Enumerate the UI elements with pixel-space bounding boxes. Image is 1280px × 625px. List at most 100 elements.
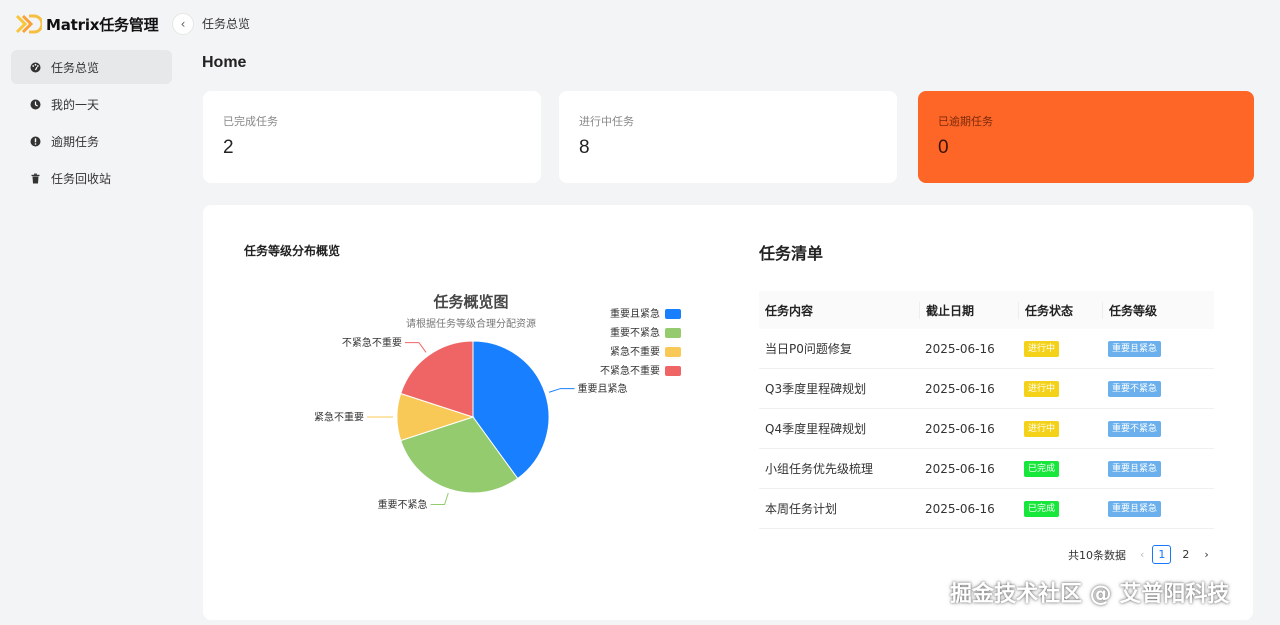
level-badge: 重要且紧急 bbox=[1108, 461, 1162, 477]
sidebar-item-trash[interactable]: 任务回收站 bbox=[11, 161, 172, 195]
sidebar-item-overview[interactable]: 任务总览 bbox=[11, 50, 172, 84]
column-header[interactable]: 任务内容 bbox=[759, 302, 919, 319]
stat-label: 进行中任务 bbox=[579, 115, 634, 128]
chart-subtitle: 请根据任务等级合理分配资源 bbox=[406, 317, 536, 330]
dashboard-icon bbox=[30, 62, 41, 73]
task-date: 2025-06-16 bbox=[925, 461, 995, 476]
sidebar-item-label: 我的一天 bbox=[51, 97, 100, 112]
table-header: 任务内容 截止日期 任务状态 任务等级 bbox=[759, 291, 1214, 329]
pie-label: 重要且紧急 bbox=[577, 382, 627, 395]
chevron-left-icon: ‹ bbox=[180, 17, 186, 31]
logo-icon bbox=[16, 14, 42, 34]
pie-label-line bbox=[430, 492, 449, 505]
legend-label[interactable]: 重要且紧急 bbox=[610, 307, 660, 320]
legend-swatch[interactable] bbox=[665, 309, 681, 319]
sidebar-item-label: 任务总览 bbox=[51, 60, 100, 75]
table-body: 当日P0问题修复 2025-06-16 进行中 重要且紧急 Q3季度里程碑规划 2025-… bbox=[759, 329, 1214, 529]
pie-label-line bbox=[404, 342, 427, 353]
pie-slices bbox=[396, 340, 550, 494]
page-button-2[interactable]: 2 bbox=[1176, 545, 1195, 564]
table-row[interactable]: Q3季度里程碑规划 2025-06-16 进行中 重要不紧急 bbox=[759, 369, 1214, 409]
chart-title: 任务概览图 bbox=[432, 293, 508, 311]
status-badge: 已完成 bbox=[1024, 461, 1060, 477]
task-status-cell: 进行中 bbox=[1018, 380, 1102, 397]
chart-section-heading: 任务等级分布概览 bbox=[244, 244, 341, 258]
legend-swatch[interactable] bbox=[665, 366, 681, 376]
collapse-sidebar-button[interactable]: ‹ bbox=[172, 13, 194, 35]
stat-card-overdue: 已逾期任务 0 bbox=[918, 91, 1254, 183]
column-header[interactable]: 截止日期 bbox=[919, 301, 1018, 319]
breadcrumb: 任务总览 bbox=[202, 17, 251, 31]
page-title: Home bbox=[202, 54, 247, 71]
chart-legend[interactable]: 重要且紧急重要不紧急紧急不重要不紧急不重要 bbox=[600, 307, 681, 377]
task-date: 2025-06-16 bbox=[925, 501, 995, 516]
app-name: Matrix任务管理 bbox=[46, 15, 159, 34]
task-status-cell: 已完成 bbox=[1018, 500, 1102, 517]
pagination-total: 共10条数据 bbox=[1068, 548, 1126, 562]
clock-icon bbox=[30, 99, 41, 110]
level-badge: 重要不紧急 bbox=[1108, 381, 1162, 397]
watermark: 掘金技术社区 @ 艾普阳科技 bbox=[950, 582, 1230, 607]
pie-chart: 任务概览图 请根据任务等级合理分配资源 重要且紧急重要不紧急紧急不重要不紧急不重… bbox=[314, 293, 681, 511]
task-content: 小组任务优先级梳理 bbox=[765, 462, 874, 476]
pie-label: 重要不紧急 bbox=[378, 498, 428, 511]
task-content: 本周任务计划 bbox=[765, 502, 838, 516]
level-badge: 重要且紧急 bbox=[1108, 341, 1162, 357]
task-level-cell: 重要且紧急 bbox=[1102, 500, 1214, 517]
task-status-cell: 进行中 bbox=[1018, 340, 1102, 357]
task-content: Q4季度里程碑规划 bbox=[765, 422, 867, 436]
sidebar-nav: 任务总览 我的一天 逾期任务 任务回收站 bbox=[11, 50, 172, 198]
task-content: Q3季度里程碑规划 bbox=[765, 382, 867, 396]
table-row[interactable]: 小组任务优先级梳理 2025-06-16 已完成 重要且紧急 bbox=[759, 449, 1214, 489]
legend-swatch[interactable] bbox=[665, 328, 681, 338]
stat-card-completed: 已完成任务 2 bbox=[203, 91, 541, 183]
legend-label[interactable]: 不紧急不重要 bbox=[600, 364, 660, 377]
column-header[interactable]: 任务等级 bbox=[1102, 301, 1214, 319]
page-button-1[interactable]: 1 bbox=[1152, 545, 1172, 564]
level-badge: 重要不紧急 bbox=[1108, 421, 1162, 437]
status-badge: 进行中 bbox=[1024, 421, 1060, 437]
stat-label: 已逾期任务 bbox=[938, 115, 993, 128]
sidebar-item-overdue[interactable]: 逾期任务 bbox=[11, 124, 172, 158]
task-date: 2025-06-16 bbox=[925, 341, 995, 356]
task-date: 2025-06-16 bbox=[925, 381, 995, 396]
app-logo: Matrix任务管理 bbox=[16, 12, 159, 36]
column-header[interactable]: 任务状态 bbox=[1018, 301, 1102, 319]
task-level-cell: 重要不紧急 bbox=[1102, 420, 1214, 437]
pie-label: 不紧急不重要 bbox=[342, 336, 402, 349]
table-row[interactable]: 本周任务计划 2025-06-16 已完成 重要且紧急 bbox=[759, 489, 1214, 529]
stat-value: 8 bbox=[579, 137, 590, 158]
task-list-heading: 任务清单 bbox=[759, 244, 824, 263]
task-table: 任务内容 截止日期 任务状态 任务等级 当日P0问题修复 2025-06-16 进行… bbox=[759, 291, 1214, 529]
prev-page-icon[interactable]: ‹ bbox=[1140, 548, 1144, 561]
task-status-cell: 已完成 bbox=[1018, 460, 1102, 477]
status-badge: 进行中 bbox=[1024, 341, 1060, 357]
task-date: 2025-06-16 bbox=[925, 421, 995, 436]
task-level-cell: 重要且紧急 bbox=[1102, 460, 1214, 477]
sidebar: Matrix任务管理 任务总览 我的一天 逾期任务 任务回收站 bbox=[0, 0, 184, 625]
task-level-cell: 重要不紧急 bbox=[1102, 380, 1214, 397]
legend-label[interactable]: 重要不紧急 bbox=[610, 326, 660, 339]
sidebar-item-label: 任务回收站 bbox=[51, 171, 112, 186]
status-badge: 进行中 bbox=[1024, 381, 1060, 397]
stat-label: 已完成任务 bbox=[223, 115, 278, 128]
table-row[interactable]: Q4季度里程碑规划 2025-06-16 进行中 重要不紧急 bbox=[759, 409, 1214, 449]
stat-value: 0 bbox=[938, 137, 949, 158]
pagination: 共10条数据 ‹ 1 2 › bbox=[1068, 545, 1209, 564]
alert-icon bbox=[30, 136, 41, 147]
next-page-icon[interactable]: › bbox=[1204, 548, 1208, 561]
task-status-cell: 进行中 bbox=[1018, 420, 1102, 437]
legend-label[interactable]: 紧急不重要 bbox=[610, 345, 660, 358]
legend-swatch[interactable] bbox=[665, 347, 681, 357]
stat-value: 2 bbox=[223, 137, 234, 158]
sidebar-item-my-day[interactable]: 我的一天 bbox=[11, 87, 172, 121]
trash-icon bbox=[30, 173, 41, 184]
stat-card-in-progress: 进行中任务 8 bbox=[559, 91, 897, 183]
sidebar-item-label: 逾期任务 bbox=[51, 134, 100, 149]
pie-label: 紧急不重要 bbox=[314, 411, 364, 424]
table-row[interactable]: 当日P0问题修复 2025-06-16 进行中 重要且紧急 bbox=[759, 329, 1214, 369]
status-badge: 已完成 bbox=[1024, 501, 1060, 517]
task-level-cell: 重要且紧急 bbox=[1102, 340, 1214, 357]
level-badge: 重要且紧急 bbox=[1108, 501, 1162, 517]
pie-label-line bbox=[548, 388, 575, 393]
